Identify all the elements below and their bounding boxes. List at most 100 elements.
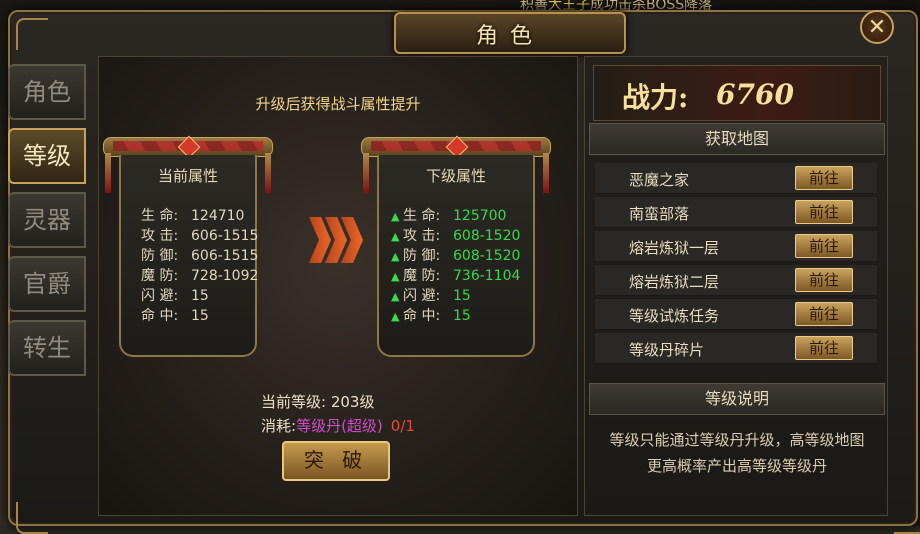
close-icon: ✕ (867, 15, 887, 40)
stat-value: 125700 (453, 208, 507, 224)
map-name: 熔岩炼狱一层 (629, 239, 720, 257)
go-button[interactable]: 前往 (795, 200, 853, 224)
current-level-line: 当前等级: 203级 (261, 391, 374, 412)
stat-label: 生 命: (403, 208, 441, 224)
stat-row: ▲ 命 中: 15 (391, 305, 471, 325)
stat-row: 命 中: 15 (141, 305, 209, 325)
tab-level[interactable]: 等级 (8, 128, 86, 184)
go-button[interactable]: 前往 (795, 268, 853, 292)
map-row: 恶魔之家 前往 (595, 163, 877, 194)
stat-label: 命 中: (403, 308, 441, 324)
tab-rank[interactable]: 官爵 (8, 256, 86, 312)
breakthrough-button[interactable]: 突 破 (282, 441, 390, 481)
map-name: 南蛮部落 (629, 205, 690, 223)
corner-ornament (16, 18, 48, 50)
stat-row: ▲ 攻 击: 608-1520 (391, 225, 520, 245)
tab-spirit[interactable]: 灵器 (8, 192, 86, 248)
combat-power-value: 6760 (716, 78, 794, 111)
stat-value: 15 (453, 288, 471, 304)
map-name: 等级试炼任务 (629, 307, 720, 325)
stat-label: 魔 防: (141, 268, 179, 284)
current-attributes-title: 当前属性 (157, 167, 218, 185)
stat-label: 防 御: (141, 248, 179, 264)
stat-row: 攻 击: 606-1515 (141, 225, 258, 245)
tab-character[interactable]: 角色 (8, 64, 86, 120)
stat-value: 608-1520 (453, 228, 521, 244)
combat-power-label: 战力: (622, 81, 689, 114)
stat-value: 606-1515 (191, 248, 259, 264)
current-level-value: 203级 (330, 393, 375, 411)
stat-label: 攻 击: (141, 228, 179, 244)
current-attributes-scroll: 当前属性 生 命: 124710 攻 击: 606-1515 防 御: 606-151… (103, 135, 273, 373)
map-name: 等级丹碎片 (629, 341, 705, 359)
stat-value: 728-1092 (191, 268, 259, 284)
increase-arrow-icon: ▲ (391, 210, 400, 223)
increase-arrow-icon: ▲ (391, 310, 400, 323)
stat-label: 攻 击: (403, 228, 441, 244)
upgrade-arrows-icon (309, 217, 369, 263)
stat-value: 15 (453, 308, 471, 324)
current-level-label: 当前等级: (261, 393, 327, 411)
next-attributes-scroll: 下级属性 ▲ 生 命: 125700 ▲ 攻 击: 608-1520 ▲ 防 御: 608-… (361, 135, 551, 373)
upgrade-heading: 升级后获得战斗属性提升 (255, 95, 421, 113)
increase-arrow-icon: ▲ (391, 230, 400, 243)
stat-row: 魔 防: 728-1092 (141, 265, 258, 285)
go-button[interactable]: 前往 (795, 234, 853, 258)
window-title: 角色 (475, 24, 544, 49)
stat-value: 15 (191, 308, 209, 324)
level-panel: 升级后获得战斗属性提升 当前属性 生 命: 124710 攻 击: 606-1515… (98, 56, 578, 516)
stat-row: ▲ 魔 防: 736-1104 (391, 265, 520, 285)
stat-label: 生 命: (141, 208, 179, 224)
tassel-icon (265, 153, 271, 193)
combat-power-banner: 战力: 6760 (593, 65, 881, 121)
stat-value: 124710 (191, 208, 245, 224)
stat-row: 闪 避: 15 (141, 285, 209, 305)
map-row: 南蛮部落 前往 (595, 197, 877, 228)
tab-rebirth[interactable]: 转生 (8, 320, 86, 376)
increase-arrow-icon: ▲ (391, 250, 400, 263)
next-attributes-title: 下级属性 (425, 167, 486, 185)
go-button[interactable]: 前往 (795, 166, 853, 190)
consume-item[interactable]: 等级丹(超级) (296, 417, 383, 435)
stat-label: 魔 防: (403, 268, 441, 284)
stat-value: 15 (191, 288, 209, 304)
tassel-icon (363, 153, 369, 193)
map-row: 等级丹碎片 前往 (595, 333, 877, 364)
map-name: 熔岩炼狱二层 (629, 273, 720, 291)
window-title-plate: 角色 (394, 12, 626, 54)
go-button[interactable]: 前往 (795, 336, 853, 360)
stat-row: 生 命: 124710 (141, 205, 244, 225)
scroll-body: 当前属性 生 命: 124710 攻 击: 606-1515 防 御: 606-151… (119, 155, 258, 357)
scroll-body: 下级属性 ▲ 生 命: 125700 ▲ 攻 击: 608-1520 ▲ 防 御: 608-… (377, 155, 535, 357)
stat-row: ▲ 生 命: 125700 (391, 205, 506, 225)
stat-value: 606-1515 (191, 228, 259, 244)
stat-row: 防 御: 606-1515 (141, 245, 258, 265)
go-button[interactable]: 前往 (795, 302, 853, 326)
stat-value: 736-1104 (453, 268, 521, 284)
map-name: 恶魔之家 (629, 171, 690, 189)
consume-line: 消耗:等级丹(超级) 0/1 (261, 415, 415, 436)
stat-row: ▲ 闪 避: 15 (391, 285, 471, 305)
stat-label: 闪 避: (141, 288, 179, 304)
level-description: 等级只能通过等级丹升级，高等级地图更高概率产出高等级等级丹 (609, 431, 865, 475)
tassel-icon (105, 153, 111, 193)
stat-label: 命 中: (141, 308, 179, 324)
stat-row: ▲ 防 御: 608-1520 (391, 245, 520, 265)
tassel-icon (543, 153, 549, 193)
consume-count: 0/1 (390, 417, 415, 435)
increase-arrow-icon: ▲ (391, 290, 400, 303)
consume-label: 消耗: (261, 417, 297, 435)
level-desc-header: 等级说明 (589, 383, 885, 415)
map-row: 熔岩炼狱二层 前往 (595, 265, 877, 296)
map-row: 熔岩炼狱一层 前往 (595, 231, 877, 262)
increase-arrow-icon: ▲ (391, 270, 400, 283)
info-panel: 战力: 6760 获取地图 恶魔之家 前往 南蛮部落 前往 熔岩炼狱一层 前往 … (584, 56, 888, 516)
map-row: 等级试炼任务 前往 (595, 299, 877, 330)
stat-value: 608-1520 (453, 248, 521, 264)
corner-ornament (16, 502, 48, 534)
stat-label: 防 御: (403, 248, 441, 264)
corner-ornament (894, 502, 920, 534)
stat-label: 闪 避: (403, 288, 441, 304)
maps-header: 获取地图 (589, 123, 885, 155)
close-button[interactable]: ✕ (860, 10, 894, 44)
